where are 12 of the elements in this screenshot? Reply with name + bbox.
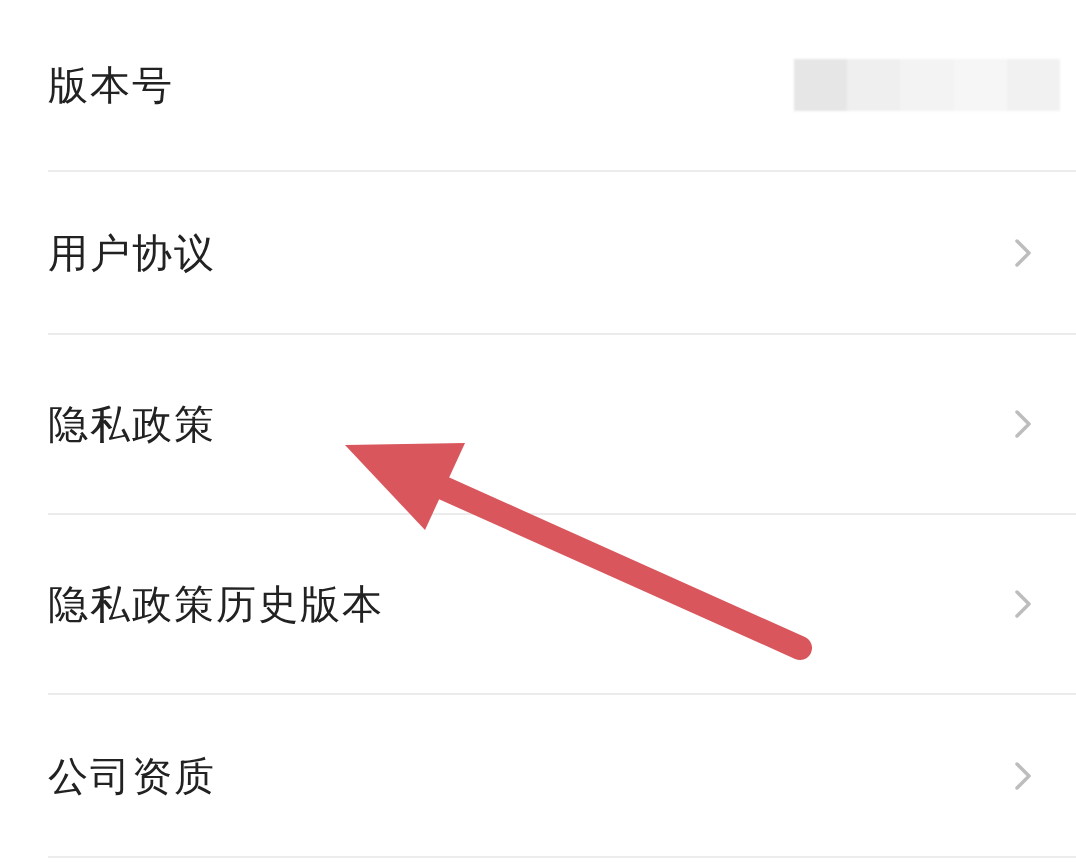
- settings-row[interactable]: 公司资质: [48, 695, 1076, 858]
- chevron-right-icon: [1014, 760, 1032, 791]
- settings-row[interactable]: 用户协议: [48, 172, 1076, 335]
- settings-row[interactable]: 隐私政策历史版本: [48, 515, 1076, 695]
- row-label: 用户协议: [48, 228, 217, 278]
- chevron-right-icon: [1014, 237, 1032, 268]
- chevron-right-icon: [1014, 409, 1032, 439]
- chevron-right-icon: [1014, 589, 1032, 619]
- row-label: 版本号: [48, 61, 175, 110]
- row-label: 隐私政策历史版本: [48, 580, 385, 629]
- row-label: 隐私政策: [48, 400, 217, 449]
- row-label: 公司资质: [48, 751, 217, 801]
